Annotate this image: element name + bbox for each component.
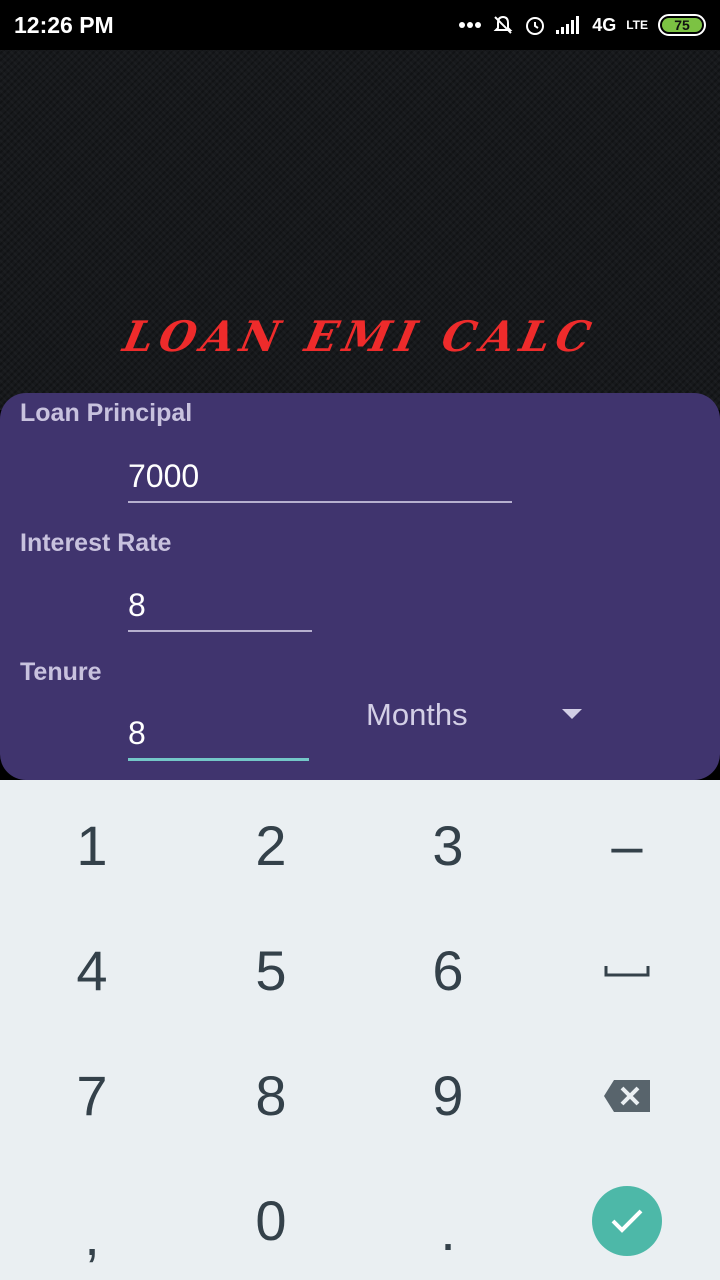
key-decimal[interactable]: . [358,1158,538,1280]
key-6[interactable]: 6 [358,908,538,1033]
network-type: 4G [592,14,617,35]
app-header: LOAN EMI CALC [0,50,720,410]
key-enter[interactable] [537,1158,717,1280]
tenure-label: Tenure [20,658,102,686]
tenure-unit-value: Months [366,697,468,732]
status-time: 12:26 PM [14,11,114,38]
key-minus[interactable]: – [537,783,717,908]
rate-input[interactable] [128,584,312,632]
numeric-keyboard: 1 2 3 – 4 5 6 7 8 9 , 0 . [0,780,720,1280]
dropdown-arrow-icon [562,709,582,719]
key-7[interactable]: 7 [2,1033,182,1158]
volte-indicator: LTE [626,18,648,32]
key-comma[interactable]: , [2,1158,182,1280]
alarm-icon [524,14,546,36]
signal-icon [556,16,582,34]
rate-label: Interest Rate [20,529,172,557]
tenure-input[interactable] [128,713,309,761]
battery-icon: 75 [658,14,706,36]
key-0[interactable]: 0 [181,1158,361,1280]
principal-label: Loan Principal [20,399,193,427]
enter-button[interactable] [592,1185,662,1256]
key-9[interactable]: 9 [358,1033,538,1158]
app-title: LOAN EMI CALC [119,312,601,361]
status-bar: 12:26 PM 4G LTE 75 [0,0,720,50]
principal-input[interactable] [128,455,512,503]
tenure-unit-dropdown[interactable]: Months [366,691,596,739]
key-3[interactable]: 3 [358,783,538,908]
key-1[interactable]: 1 [2,783,182,908]
battery-level: 75 [674,17,690,33]
key-4[interactable]: 4 [2,908,182,1033]
checkmark-icon [611,1209,643,1233]
space-icon [604,965,650,976]
key-backspace[interactable] [537,1033,717,1158]
key-space[interactable] [537,908,717,1033]
key-2[interactable]: 2 [181,783,361,908]
key-5[interactable]: 5 [181,908,361,1033]
notifications-off-icon [492,14,514,36]
key-8[interactable]: 8 [181,1033,361,1158]
status-icons: 4G LTE 75 [458,14,706,36]
more-notifications-icon [458,21,482,29]
loan-form-card: Loan Principal Interest Rate Tenure Mont… [0,393,720,780]
backspace-icon [604,1079,650,1112]
